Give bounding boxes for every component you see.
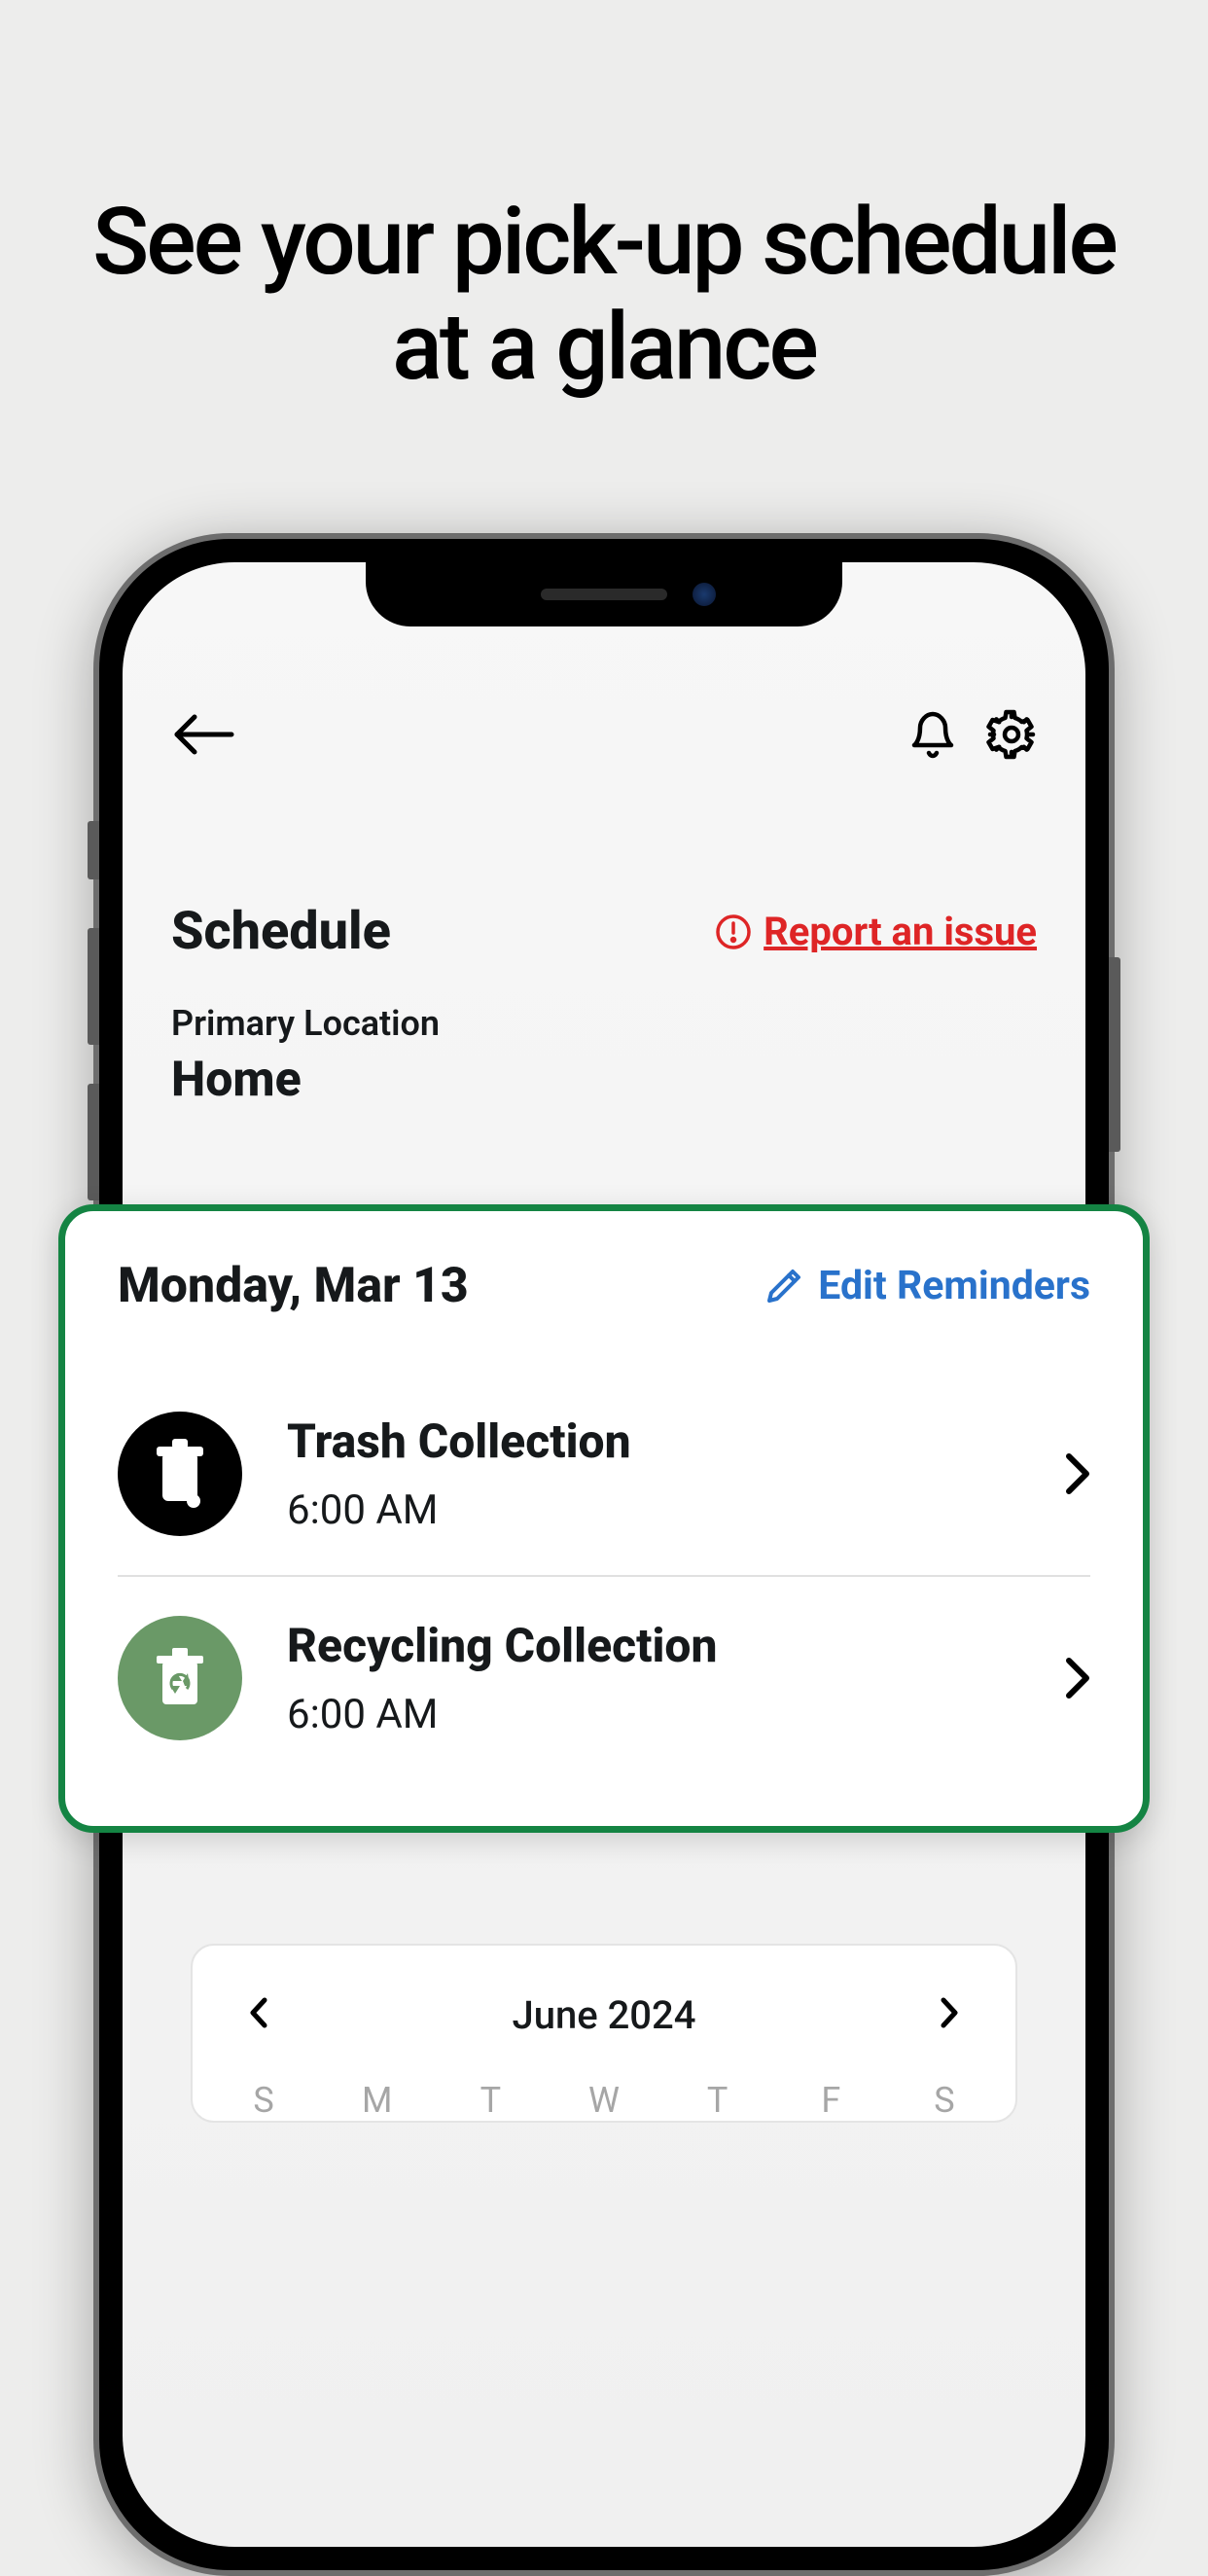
alert-circle-icon (715, 913, 752, 950)
collection-row-trash[interactable]: Trash Collection 6:00 AM (118, 1373, 1090, 1575)
location-value: Home (171, 1052, 1037, 1108)
chevron-right-icon (1065, 1657, 1090, 1699)
title-row: Schedule Report an issue (171, 901, 1037, 962)
phone-side-button (1109, 957, 1120, 1152)
phone-side-button (88, 821, 99, 879)
calendar-day-headers: S M T W T F S (239, 2080, 969, 2121)
collection-time: 6:00 AM (287, 1486, 1020, 1534)
gear-icon (986, 709, 1037, 760)
day-header: M (353, 2080, 402, 2121)
phone-notch (366, 562, 842, 626)
chevron-right-icon (1065, 1452, 1090, 1495)
phone-speaker (541, 589, 667, 600)
marketing-headline: See your pick-up schedule at a glance (0, 0, 1208, 401)
pencil-icon (764, 1266, 804, 1306)
report-issue-link[interactable]: Report an issue (715, 909, 1037, 954)
arrow-left-icon (171, 711, 237, 758)
edit-reminders-label: Edit Reminders (818, 1263, 1090, 1309)
chevron-left-icon (249, 1996, 268, 2029)
calendar-header: June 2024 (239, 1986, 969, 2043)
page-title: Schedule (171, 901, 391, 962)
report-issue-label: Report an issue (764, 909, 1037, 954)
calendar-month-label: June 2024 (512, 1992, 695, 2038)
bell-icon (908, 708, 957, 761)
day-header: W (580, 2080, 628, 2121)
day-header: S (239, 2080, 288, 2121)
collection-time: 6:00 AM (287, 1691, 1020, 1738)
calendar-card: June 2024 S M T W T F S (191, 1944, 1017, 2123)
schedule-card: Monday, Mar 13 Edit Reminders Trash Coll… (58, 1204, 1150, 1833)
day-header: F (806, 2080, 855, 2121)
settings-button[interactable] (986, 709, 1037, 764)
top-bar (171, 669, 1037, 804)
phone-side-button (88, 1084, 99, 1200)
phone-camera (693, 583, 716, 606)
collection-details: Recycling Collection 6:00 AM (287, 1618, 1020, 1738)
notifications-button[interactable] (908, 708, 957, 765)
back-button[interactable] (171, 711, 237, 762)
location-label: Primary Location (171, 1003, 1037, 1044)
phone-side-button (88, 928, 99, 1045)
day-header: T (466, 2080, 515, 2121)
recycle-icon (118, 1616, 242, 1740)
edit-reminders-link[interactable]: Edit Reminders (764, 1263, 1090, 1309)
collection-title: Trash Collection (287, 1413, 1020, 1469)
calendar-next-button[interactable] (930, 1986, 969, 2043)
trash-icon (118, 1412, 242, 1536)
schedule-date: Monday, Mar 13 (118, 1258, 469, 1314)
day-header: S (920, 2080, 969, 2121)
collection-row-recycle[interactable]: Recycling Collection 6:00 AM (118, 1575, 1090, 1779)
day-header: T (693, 2080, 742, 2121)
collection-details: Trash Collection 6:00 AM (287, 1413, 1020, 1534)
schedule-card-header: Monday, Mar 13 Edit Reminders (118, 1258, 1090, 1314)
calendar-prev-button[interactable] (239, 1986, 278, 2043)
collection-title: Recycling Collection (287, 1618, 1020, 1673)
chevron-right-icon (940, 1996, 959, 2029)
